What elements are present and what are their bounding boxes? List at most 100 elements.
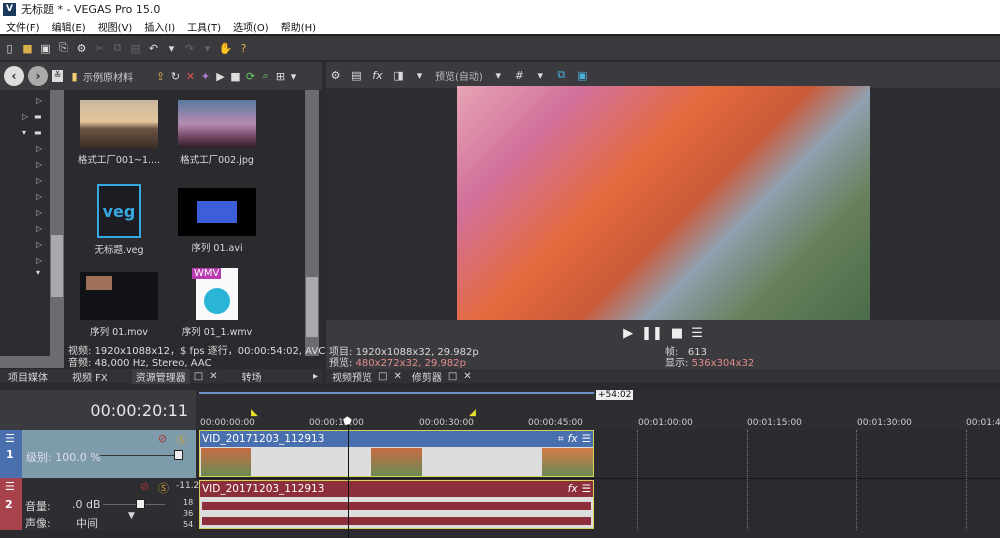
tab-video-fx[interactable]: 视频 FX — [72, 369, 108, 384]
menu-edit[interactable]: 编辑(E) — [52, 19, 86, 34]
tab-project-media[interactable]: 项目媒体 — [8, 369, 48, 384]
copy-icon[interactable]: ⧉ — [112, 41, 123, 54]
undo-dropdown-icon[interactable]: ▾ — [166, 42, 177, 55]
redo-dropdown-icon[interactable]: ▾ — [202, 42, 213, 55]
whats-this-help-icon[interactable]: ? — [238, 42, 249, 55]
file-item[interactable]: 格式工厂001~1.... — [74, 100, 164, 166]
view-mode-dropdown-icon[interactable]: ▾ — [288, 70, 299, 83]
crop-icon[interactable]: ⌗ — [558, 433, 564, 446]
audio-clip-header[interactable]: VID_20171203_112913 fx ☰ — [200, 481, 593, 497]
tree-expand-icon[interactable]: ▷ — [36, 144, 42, 153]
hand-help-icon[interactable]: ✋ — [219, 42, 233, 55]
audio-track-header[interactable]: ⊘ Ⓢ -11.2 音量: .0 dB 声像: 中间 ▼ 18 36 54 — [0, 478, 199, 530]
video-clip[interactable]: VID_20171203_112913 ⌗ fx ☰ — [199, 430, 594, 477]
menu-insert[interactable]: 插入(I) — [144, 19, 175, 34]
clip-fx-icon[interactable]: fx — [568, 483, 578, 495]
file-item[interactable]: 格式工厂002.jpg — [172, 100, 262, 166]
tree-expand-icon[interactable]: ▷ — [36, 256, 42, 265]
tree-expand-icon[interactable]: ▷ — [36, 208, 42, 217]
audio-clip[interactable]: VID_20171203_112913 fx ☰ — [199, 480, 594, 529]
overlays-dropdown-icon[interactable]: ▾ — [535, 69, 546, 82]
tab-transitions[interactable]: 转场 — [242, 369, 262, 384]
tree-horizontal-scrollbar[interactable] — [0, 356, 64, 368]
tab-trimmer[interactable]: 修剪器 — [412, 369, 442, 384]
tree-expand-icon[interactable]: ▷ — [36, 160, 42, 169]
files-scrollbar[interactable] — [305, 90, 319, 356]
tab-video-preview[interactable]: 视频预览 — [332, 369, 372, 384]
tree-expand-icon[interactable]: ▷ — [36, 240, 42, 249]
file-item[interactable]: WMV 序列 01_1.wmv — [172, 268, 262, 338]
undo-icon[interactable]: ↶ — [148, 42, 159, 55]
menu-icon[interactable]: ☰ — [691, 326, 703, 341]
menu-options[interactable]: 选项(O) — [233, 19, 269, 34]
render-icon[interactable]: ⎘ — [58, 41, 69, 54]
tree-collapse-icon[interactable]: ▾ — [22, 128, 26, 137]
maximize-icon[interactable]: □ — [194, 371, 203, 382]
tree-expand-icon[interactable]: ▷ — [36, 96, 42, 105]
tree-scroll-thumb[interactable] — [51, 235, 63, 297]
redo-icon[interactable]: ↷ — [184, 42, 195, 55]
external-monitor-icon[interactable]: ▤ — [351, 69, 362, 82]
menu-tools[interactable]: 工具(T) — [187, 19, 221, 34]
settings-gear-icon[interactable]: ⚙ — [76, 42, 87, 55]
tabs-scroll-right-icon[interactable]: ▸ — [313, 371, 318, 382]
tree-expand-icon[interactable]: ▷ — [22, 112, 28, 121]
view-mode-icon[interactable]: ⊞ — [275, 70, 286, 83]
stop-preview-icon[interactable]: ■ — [230, 70, 241, 83]
loop-end-marker-icon[interactable]: ◢ — [469, 408, 476, 418]
quality-dropdown-icon[interactable]: ▾ — [493, 69, 504, 82]
solo-icon[interactable]: Ⓢ — [176, 432, 187, 448]
open-folder-icon[interactable]: ■ — [22, 42, 33, 55]
menu-help[interactable]: 帮助(H) — [281, 19, 316, 34]
preview-settings-icon[interactable]: ⚙ — [330, 69, 341, 82]
maximize-icon[interactable]: □ — [448, 371, 457, 382]
play-icon[interactable]: ▶ — [623, 326, 633, 341]
playhead-handle-icon[interactable]: ⬟ — [343, 416, 352, 427]
tree-scrollbar[interactable] — [50, 90, 64, 356]
clip-menu-icon[interactable]: ☰ — [582, 433, 591, 445]
level-slider-track[interactable] — [100, 455, 180, 456]
mute-icon[interactable]: ⊘ — [140, 480, 149, 493]
menu-view[interactable]: 视图(V) — [98, 19, 133, 34]
track-menu-icon[interactable]: ☰ — [5, 480, 15, 493]
save-icon[interactable]: ▣ — [40, 42, 51, 55]
pause-icon[interactable]: ❚❚ — [641, 326, 663, 341]
back-icon[interactable]: ‹ — [4, 66, 24, 86]
video-track-header[interactable]: ⊘ Ⓢ 级别: 100.0 % — [0, 430, 196, 478]
maximize-icon[interactable]: □ — [378, 371, 387, 382]
file-item[interactable]: veg 无标题.veg — [74, 184, 164, 256]
clip-menu-icon[interactable]: ☰ — [582, 483, 591, 495]
tab-explorer[interactable]: 资源管理器 — [131, 368, 190, 384]
pan-slider-thumb[interactable]: ▼ — [128, 511, 135, 521]
views-dropdown-icon[interactable]: ≚ — [52, 70, 63, 82]
tree-collapse-icon[interactable]: ▾ — [36, 268, 40, 277]
video-clip-header[interactable]: VID_20171203_112913 ⌗ fx ☰ — [200, 431, 593, 447]
audio-track-number[interactable]: ☰ 2 — [0, 478, 22, 530]
preview-quality-select[interactable]: 预览(自动) — [435, 68, 483, 83]
close-icon[interactable]: ✕ — [463, 371, 471, 382]
menu-file[interactable]: 文件(F) — [6, 19, 40, 34]
paste-icon[interactable]: ▤ — [130, 42, 141, 55]
delete-icon[interactable]: ✕ — [185, 70, 196, 83]
close-icon[interactable]: ✕ — [209, 371, 217, 382]
track-menu-icon[interactable]: ☰ — [5, 432, 15, 445]
level-slider-thumb[interactable] — [174, 450, 183, 460]
cut-icon[interactable]: ✂ — [94, 42, 105, 55]
stop-icon[interactable]: ■ — [671, 326, 683, 341]
search-icon[interactable]: ⌕ — [260, 69, 271, 82]
clip-fx-icon[interactable]: fx — [568, 433, 578, 445]
split-screen-icon[interactable]: ◨ — [393, 69, 404, 82]
new-file-icon[interactable]: ▯ — [4, 42, 15, 55]
tree-expand-icon[interactable]: ▷ — [36, 176, 42, 185]
fx-icon[interactable]: fx — [372, 69, 383, 82]
split-dropdown-icon[interactable]: ▾ — [414, 69, 425, 82]
up-folder-icon[interactable]: ⇪ — [155, 70, 166, 83]
refresh-icon[interactable]: ↻ — [170, 70, 181, 83]
volume-slider-thumb[interactable] — [136, 499, 145, 509]
copy-snapshot-icon[interactable]: ⧉ — [556, 68, 567, 81]
add-to-project-icon[interactable]: ✦ — [200, 70, 211, 83]
file-item[interactable]: 序列 01.avi — [172, 188, 262, 254]
playhead-cursor[interactable] — [348, 418, 349, 538]
mute-icon[interactable]: ⊘ — [158, 432, 167, 445]
volume-slider-track[interactable] — [103, 504, 165, 505]
